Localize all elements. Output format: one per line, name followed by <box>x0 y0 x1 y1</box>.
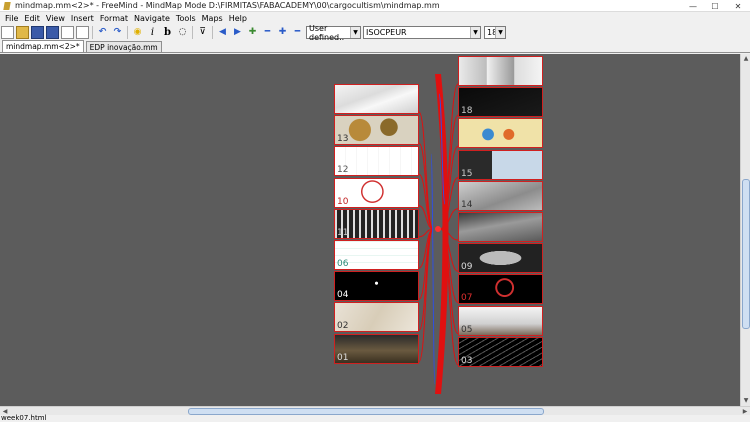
window-title: mindmap.mm<2>* - FreeMind - MindMap Mode… <box>15 1 440 10</box>
right-node-thumbnail[interactable] <box>458 212 543 242</box>
view-mode-select[interactable]: User defined.. ▼ <box>306 24 361 42</box>
forward-arrow-icon[interactable]: ▶ <box>231 26 244 39</box>
left-node-thumbnail[interactable]: 01 <box>334 333 419 364</box>
title-bar: mindmap.mm<2>* - FreeMind - MindMap Mode… <box>0 0 750 12</box>
node-number-label: 10 <box>337 196 349 207</box>
chevron-down-icon: ▼ <box>470 27 480 38</box>
maximize-button[interactable]: ☐ <box>704 0 726 12</box>
node-number-label: 09 <box>461 262 473 273</box>
status-bar: week07.html <box>0 415 750 422</box>
left-node-thumbnail[interactable]: 02 <box>334 302 419 333</box>
node-number-label: 18 <box>461 106 473 117</box>
filter-icon[interactable]: ⊽ <box>196 26 209 39</box>
bold-icon[interactable]: b <box>161 26 174 39</box>
toolbar-separator <box>212 26 213 39</box>
close-map-icon[interactable] <box>76 26 89 39</box>
toolbar-separator <box>192 26 193 39</box>
font-family-select[interactable]: ISOCPEUR ▼ <box>363 26 481 39</box>
back-arrow-icon[interactable]: ◀ <box>216 26 229 39</box>
cloud-icon[interactable]: ◌ <box>176 26 189 39</box>
right-node-thumbnail[interactable]: 18 <box>458 87 543 118</box>
left-node-thumbnail[interactable]: 13 <box>334 115 419 146</box>
font-size-select[interactable]: 18 ▼ <box>484 26 506 39</box>
save-as-icon[interactable] <box>46 26 59 39</box>
toolbar-separator <box>92 26 93 39</box>
chevron-down-icon: ▼ <box>350 27 360 38</box>
remove-node-icon[interactable]: ━ <box>291 26 304 39</box>
menu-tools[interactable]: Tools <box>173 14 199 23</box>
toolbar: ↶ ↷ ◉ i b ◌ ⊽ ◀ ▶ ✚ ━ ✚ ━ User defined..… <box>0 24 750 42</box>
map-tabs: mindmap.mm<2>* EDP inovação.mm <box>0 40 750 53</box>
menu-insert[interactable]: Insert <box>68 14 97 23</box>
save-icon[interactable] <box>31 26 44 39</box>
node-number-label: 13 <box>337 134 349 145</box>
vertical-scroll-thumb[interactable] <box>742 179 750 329</box>
node-number-label: 04 <box>337 290 349 301</box>
menu-bar: File Edit View Insert Format Navigate To… <box>0 12 750 24</box>
undo-icon[interactable]: ↶ <box>96 26 109 39</box>
node-number-label: 05 <box>461 324 473 335</box>
node-number-label: 15 <box>461 168 473 179</box>
right-node-thumbnail[interactable]: 07 <box>458 274 543 305</box>
menu-edit[interactable]: Edit <box>21 14 43 23</box>
freemind-app-icon <box>2 1 12 11</box>
node-number-label: 07 <box>461 293 473 304</box>
blue-edge <box>430 153 436 385</box>
horizontal-scrollbar[interactable]: ◀ ▶ <box>0 406 750 415</box>
window-controls: — ☐ ✕ <box>682 0 750 12</box>
menu-view[interactable]: View <box>43 14 68 23</box>
node-number-label: 02 <box>337 321 349 332</box>
right-node-thumbnail[interactable]: 09 <box>458 243 543 274</box>
left-node-thumbnail[interactable]: 10 <box>334 177 419 208</box>
toolbar-separator <box>127 26 128 39</box>
zoom-in-icon[interactable]: ✚ <box>246 26 259 39</box>
node-number-label: 14 <box>461 199 473 210</box>
node-number-label: 01 <box>337 352 349 363</box>
node-number-label: 11 <box>337 227 349 238</box>
menu-maps[interactable]: Maps <box>199 14 226 23</box>
left-node-edge <box>418 228 434 331</box>
root-node[interactable] <box>435 226 441 232</box>
scroll-up-icon[interactable]: ▲ <box>741 54 750 64</box>
font-family-value: ISOCPEUR <box>366 28 407 37</box>
right-node-thumbnail[interactable] <box>458 118 543 149</box>
right-node-thumbnail[interactable]: 03 <box>458 336 543 367</box>
menu-format[interactable]: Format <box>97 14 131 23</box>
tab-mindmap[interactable]: mindmap.mm<2>* <box>2 40 84 52</box>
print-icon[interactable] <box>61 26 74 39</box>
tab-edp-inovacao[interactable]: EDP inovação.mm <box>85 41 162 52</box>
right-node-thumbnail[interactable] <box>458 56 543 86</box>
central-edge-spine <box>435 74 449 394</box>
right-node-thumbnail[interactable]: 05 <box>458 305 543 336</box>
horizontal-scroll-thumb[interactable] <box>188 408 544 415</box>
zoom-out-icon[interactable]: ━ <box>261 26 274 39</box>
close-button[interactable]: ✕ <box>726 0 750 12</box>
left-node-thumbnail[interactable] <box>334 84 419 114</box>
menu-navigate[interactable]: Navigate <box>131 14 173 23</box>
node-number-label: 03 <box>461 355 473 366</box>
left-node-thumbnail[interactable]: 04 <box>334 271 419 302</box>
right-node-thumbnail[interactable]: 15 <box>458 149 543 180</box>
chevron-down-icon: ▼ <box>495 27 505 38</box>
add-node-icon[interactable]: ✚ <box>276 26 289 39</box>
left-node-edge <box>418 111 434 230</box>
node-number-label: 12 <box>337 165 349 176</box>
left-node-thumbnail[interactable]: 11 <box>334 208 419 239</box>
right-node-thumbnail[interactable]: 14 <box>458 180 543 211</box>
minimize-button[interactable]: — <box>682 0 704 12</box>
vertical-scrollbar[interactable]: ▲ ▼ <box>740 54 750 406</box>
left-node-thumbnail[interactable]: 12 <box>334 146 419 177</box>
left-node-thumbnail[interactable]: 06 <box>334 240 419 270</box>
menu-file[interactable]: File <box>2 14 21 23</box>
bulb-icon[interactable]: ◉ <box>131 26 144 39</box>
menu-help[interactable]: Help <box>226 14 250 23</box>
open-icon[interactable] <box>16 26 29 39</box>
mindmap-canvas[interactable]: 13 12 10 11 06 04 02 01 18 15 14 09 07 05 03 ▲ ▼ <box>0 54 750 406</box>
new-map-icon[interactable] <box>1 26 14 39</box>
italic-icon[interactable]: i <box>146 26 159 39</box>
node-number-label: 06 <box>337 259 349 269</box>
redo-icon[interactable]: ↷ <box>111 26 124 39</box>
scroll-down-icon[interactable]: ▼ <box>741 396 750 406</box>
